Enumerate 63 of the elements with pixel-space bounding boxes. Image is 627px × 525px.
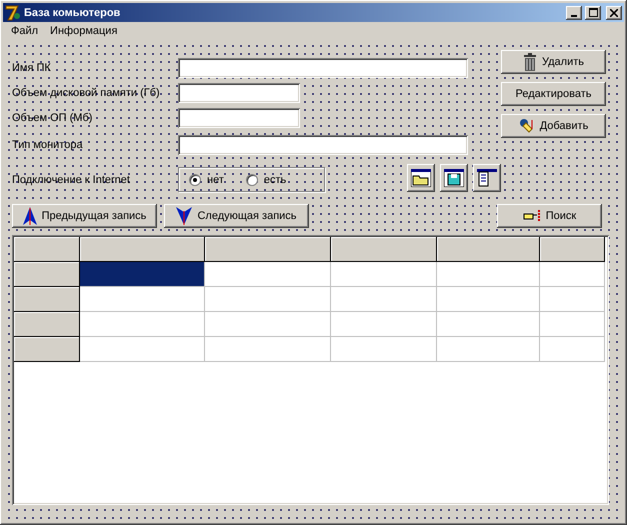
table-cell[interactable] bbox=[437, 337, 540, 362]
action-button[interactable]: Удалить bbox=[501, 50, 606, 74]
input-field[interactable] bbox=[178, 108, 300, 128]
save-button[interactable] bbox=[440, 164, 468, 192]
window-title: База комьютеров bbox=[24, 6, 122, 18]
row-header bbox=[14, 262, 80, 287]
table-cell[interactable] bbox=[540, 312, 605, 337]
properties-button[interactable] bbox=[473, 164, 501, 192]
row-header bbox=[14, 337, 80, 362]
table-cell[interactable] bbox=[331, 287, 437, 312]
floppy-icon bbox=[444, 168, 464, 186]
minimize-icon bbox=[571, 14, 577, 16]
menu-item[interactable]: Файл bbox=[5, 25, 44, 37]
field-label: Подключение к Internet bbox=[12, 174, 131, 186]
search-button[interactable]: Поиск bbox=[497, 204, 602, 228]
table-cell[interactable] bbox=[331, 337, 437, 362]
table-cell[interactable] bbox=[205, 287, 331, 312]
nav-button[interactable]: Следующая запись bbox=[164, 204, 309, 228]
folder-icon bbox=[411, 168, 431, 186]
table-cell[interactable] bbox=[205, 312, 331, 337]
table-cell[interactable] bbox=[437, 262, 540, 287]
table-cell[interactable] bbox=[331, 262, 437, 287]
up-arrow-icon bbox=[22, 207, 37, 225]
nav-button[interactable]: Предыдущая запись bbox=[12, 204, 157, 228]
menu-item[interactable]: Информация bbox=[44, 25, 124, 37]
app-icon bbox=[5, 4, 21, 20]
down-arrow-icon bbox=[176, 207, 192, 225]
action-button[interactable]: Добавить bbox=[501, 114, 606, 138]
minimize-button[interactable] bbox=[566, 6, 582, 20]
table-cell[interactable] bbox=[205, 337, 331, 362]
table-cell[interactable] bbox=[437, 312, 540, 337]
table-cell[interactable] bbox=[80, 287, 205, 312]
input-field[interactable] bbox=[178, 83, 300, 103]
radio-button[interactable]: есть bbox=[246, 174, 286, 186]
close-button[interactable] bbox=[606, 6, 622, 20]
row-header bbox=[14, 287, 80, 312]
close-icon bbox=[610, 8, 618, 16]
table-cell[interactable] bbox=[80, 337, 205, 362]
field-label: Объем дисковой памяти (Гб) bbox=[12, 87, 161, 99]
table-cell[interactable] bbox=[331, 312, 437, 337]
header-cell bbox=[14, 237, 80, 262]
pen-icon bbox=[518, 118, 535, 134]
input-field[interactable] bbox=[178, 58, 468, 78]
trash-icon bbox=[523, 53, 537, 71]
table-cell[interactable] bbox=[80, 312, 205, 337]
open-folder-button[interactable] bbox=[407, 164, 435, 192]
row-header bbox=[14, 312, 80, 337]
radio-button[interactable]: нет bbox=[189, 174, 224, 186]
field-label: Имя ПК bbox=[12, 62, 52, 74]
field-label: Тип монитора bbox=[12, 139, 84, 151]
table-cell[interactable] bbox=[205, 262, 331, 287]
header-cell bbox=[540, 237, 605, 262]
field-label: Объем ОП (Мб) bbox=[12, 112, 94, 124]
action-button[interactable]: Редактировать bbox=[501, 82, 606, 106]
maximize-button[interactable] bbox=[585, 6, 601, 20]
maximize-icon bbox=[588, 8, 598, 17]
document-icon bbox=[477, 168, 497, 186]
table-cell[interactable] bbox=[437, 287, 540, 312]
table-cell[interactable] bbox=[540, 337, 605, 362]
table-cell[interactable] bbox=[540, 287, 605, 312]
table-cell[interactable] bbox=[540, 262, 605, 287]
table-cell[interactable] bbox=[80, 262, 205, 287]
input-field[interactable] bbox=[178, 135, 468, 155]
